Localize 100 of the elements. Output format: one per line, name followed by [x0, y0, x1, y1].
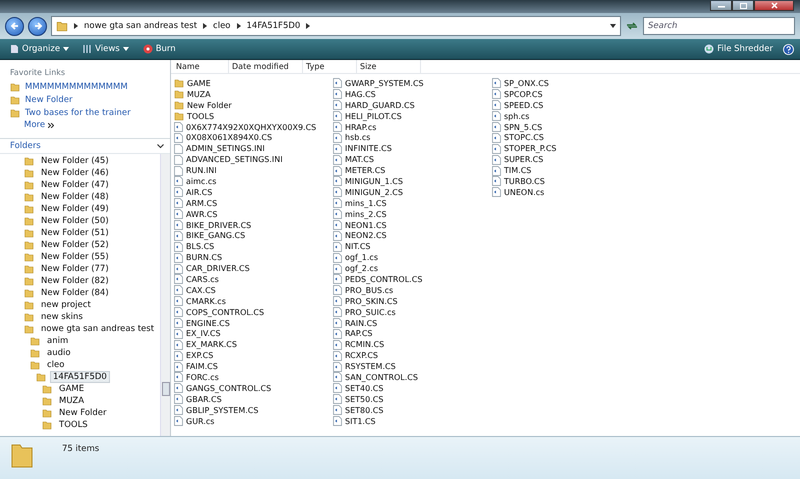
file-item[interactable]: ENGINE.CS	[174, 318, 333, 328]
file-item[interactable]: HELI_PILOT.CS	[333, 110, 492, 122]
file-item[interactable]: AWR.CS	[174, 208, 333, 220]
tree-item[interactable]: cleo	[44, 359, 68, 371]
file-item[interactable]: PRO_SUIC.cs	[333, 306, 492, 318]
file-item[interactable]: MAT.CS	[333, 154, 492, 166]
close-button[interactable]	[754, 1, 794, 11]
file-item[interactable]: FORC.cs	[174, 372, 333, 383]
help-icon[interactable]	[783, 44, 794, 54]
file-item[interactable]: SIT1.CS	[333, 416, 492, 426]
file-item[interactable]: hsb.cs	[333, 132, 492, 144]
file-item[interactable]: AIR.CS	[174, 186, 333, 198]
file-item[interactable]: SPEED.CS	[492, 100, 651, 111]
file-item[interactable]: HAG.CS	[333, 88, 492, 100]
file-item[interactable]: TOOLS	[174, 110, 333, 122]
column-header[interactable]: Size	[357, 60, 421, 73]
file-item[interactable]: RAP.CS	[333, 328, 492, 340]
file-item[interactable]: MUZA	[174, 88, 333, 100]
file-item[interactable]: SAN_CONTROL.CS	[333, 372, 492, 383]
file-item[interactable]: CAX.CS	[174, 284, 333, 296]
file-item[interactable]: SET40.CS	[333, 382, 492, 394]
file-item[interactable]: mins_2.CS	[333, 208, 492, 220]
file-item[interactable]: GBLIP_SYSTEM.CS	[174, 404, 333, 416]
file-item[interactable]: PEDS_CONTROL.CS	[333, 274, 492, 285]
file-item[interactable]: METER.CS	[333, 165, 492, 176]
file-item[interactable]: SPCOP.CS	[492, 88, 651, 100]
minimize-button[interactable]	[710, 1, 732, 11]
file-item[interactable]: BLS.CS	[174, 241, 333, 252]
tree-item[interactable]: audio	[44, 347, 74, 359]
tree-item[interactable]: New Folder (82)	[38, 275, 112, 287]
tree-item[interactable]: New Folder (49)	[38, 203, 112, 215]
file-item[interactable]: NEON2.CS	[333, 230, 492, 242]
file-item[interactable]: TIM.CS	[492, 165, 651, 176]
file-item[interactable]: BIKE_DRIVER.CS	[174, 220, 333, 230]
file-item[interactable]: EX_IV.CS	[174, 328, 333, 340]
file-item[interactable]: INFINITE.CS	[333, 143, 492, 154]
tree-item[interactable]: MUZA	[56, 395, 88, 407]
file-item[interactable]: 0X08X061X894X0.CS	[174, 132, 333, 144]
tree-item[interactable]: 14FA51F5D0	[50, 371, 110, 383]
file-item[interactable]: RCXP.CS	[333, 350, 492, 362]
file-item[interactable]: CARS.cs	[174, 274, 333, 285]
file-item[interactable]: STOPER_P.CS	[492, 143, 651, 154]
file-item[interactable]: ADMIN_SETINGS.INI	[174, 143, 333, 154]
file-item[interactable]: TURBO.CS	[492, 176, 651, 187]
tree-item[interactable]: New Folder (51)	[38, 227, 112, 239]
column-header[interactable]: Date modified	[229, 60, 303, 73]
tree-item[interactable]: New Folder (50)	[38, 215, 112, 227]
file-item[interactable]: CAR_DRIVER.CS	[174, 263, 333, 274]
file-item[interactable]: UNEON.cs	[492, 186, 651, 198]
file-item[interactable]: PRO_BUS.cs	[333, 284, 492, 296]
file-item[interactable]: sph.cs	[492, 110, 651, 122]
tree-item[interactable]: GAME	[56, 383, 88, 395]
column-header[interactable]: Name	[173, 60, 229, 73]
tree-item[interactable]: new project	[38, 299, 94, 311]
file-item[interactable]: FAIM.CS	[174, 361, 333, 372]
folders-header[interactable]: Folders	[0, 138, 170, 154]
file-item[interactable]: MINIGUN_2.CS	[333, 186, 492, 198]
file-item[interactable]: PRO_SKIN.CS	[333, 296, 492, 307]
file-item[interactable]: ADVANCED_SETINGS.INI	[174, 154, 333, 166]
file-item[interactable]: BIKE_GANG.CS	[174, 230, 333, 242]
tree-item[interactable]: New Folder	[56, 407, 110, 419]
tree-item[interactable]: New Folder (45)	[38, 155, 112, 167]
tree-item[interactable]: New Folder (48)	[38, 191, 112, 203]
tree-item[interactable]: anim	[44, 335, 72, 347]
file-item[interactable]: COPS_CONTROL.CS	[174, 306, 333, 318]
tree-item[interactable]: New Folder (77)	[38, 263, 112, 275]
file-item[interactable]: RAIN.CS	[333, 318, 492, 328]
file-item[interactable]: ogf_1.cs	[333, 252, 492, 264]
file-item[interactable]: RCMIN.CS	[333, 339, 492, 350]
tree-item[interactable]: New Folder (47)	[38, 179, 112, 191]
file-item[interactable]: NEON1.CS	[333, 220, 492, 230]
more-link[interactable]: More	[10, 120, 170, 130]
toolbar-button[interactable]: Burn	[138, 42, 180, 56]
toolbar-button[interactable]: Organize	[6, 42, 74, 56]
file-item[interactable]: EX_MARK.CS	[174, 339, 333, 350]
file-item[interactable]: RUN.INI	[174, 165, 333, 176]
file-item[interactable]: STOPC.CS	[492, 132, 651, 144]
tree-item[interactable]: TOOLS	[56, 419, 91, 431]
file-item[interactable]: MINIGUN_1.CS	[333, 176, 492, 187]
breadcrumb-item[interactable]: 14FA51F5D0	[246, 21, 300, 31]
toolbar-button[interactable]: Views	[79, 42, 133, 56]
file-item[interactable]: SPN_5.CS	[492, 122, 651, 132]
file-item[interactable]: ARM.CS	[174, 198, 333, 209]
toolbar-button[interactable]: File Shredder	[700, 42, 777, 56]
address-bar[interactable]: nowe gta san andreas test cleo 14FA51F5D0	[51, 16, 621, 36]
tree-item[interactable]: New Folder (52)	[38, 239, 112, 251]
file-item[interactable]: NIT.CS	[333, 241, 492, 252]
tree-item[interactable]: New Folder (46)	[38, 167, 112, 179]
breadcrumb-item[interactable]: nowe gta san andreas test	[84, 21, 198, 31]
file-item[interactable]: HRAP.cs	[333, 122, 492, 132]
file-item[interactable]: New Folder	[174, 100, 333, 111]
file-item[interactable]: BURN.CS	[174, 252, 333, 264]
file-item[interactable]: aimc.cs	[174, 176, 333, 187]
file-item[interactable]: SUPER.CS	[492, 154, 651, 166]
file-item[interactable]: GBAR.CS	[174, 394, 333, 405]
favorite-link[interactable]: MMMMMMMMMMMMMM	[10, 81, 170, 92]
file-item[interactable]: SP_ONX.CS	[492, 78, 651, 89]
file-item[interactable]: EXP.CS	[174, 350, 333, 362]
tree-item[interactable]: New Folder (84)	[38, 287, 112, 299]
search-field[interactable]: Search	[643, 17, 795, 35]
